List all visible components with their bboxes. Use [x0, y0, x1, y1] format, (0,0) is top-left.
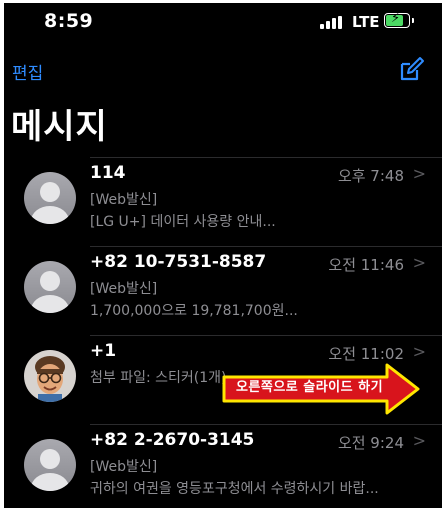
- network-type: LTE: [352, 13, 380, 31]
- edit-button[interactable]: 편집: [12, 59, 43, 84]
- message-preview-line1: [Web발신]: [90, 281, 158, 297]
- message-preview-line2: [LG U+] 데이터 사용량 안내...: [90, 214, 276, 230]
- chevron-right-icon: >: [412, 342, 426, 361]
- memoji-avatar-icon: [24, 350, 76, 402]
- message-preview-line1: [Web발신]: [90, 459, 158, 475]
- chevron-right-icon: >: [412, 164, 426, 183]
- chevron-right-icon: >: [412, 431, 426, 450]
- conversation-sender: +82 2-2670-3145: [90, 430, 255, 450]
- message-preview-line1: [Web발신]: [90, 192, 158, 208]
- compose-icon[interactable]: [398, 55, 426, 83]
- slide-annotation-text: 오른쪽으로 슬라이드 하기: [235, 380, 384, 395]
- message-preview-line2: 1,700,000으로 19,781,700원...: [90, 303, 298, 319]
- conversation-sender: 114: [90, 163, 126, 183]
- messages-screen: 8:59 LTE ⚡ 편집 메시지 114 오후 7:48 > [Web발신] …: [4, 3, 442, 508]
- avatar-icon: [24, 172, 76, 224]
- status-time: 8:59: [44, 10, 94, 32]
- avatar-icon: [24, 261, 76, 313]
- battery-icon: ⚡: [384, 11, 414, 28]
- avatar-icon: [24, 439, 76, 491]
- page-title: 메시지: [11, 107, 108, 147]
- charging-bolt-icon: ⚡: [391, 11, 401, 26]
- status-bar: 8:59 LTE ⚡: [4, 3, 442, 41]
- chevron-right-icon: >: [412, 253, 426, 272]
- conversation-row[interactable]: +82 2-2670-3145 오전 9:24 > [Web발신] 귀하의 여권…: [4, 424, 442, 508]
- conversation-row[interactable]: +82 10-7531-8587 오전 11:46 > [Web발신] 1,70…: [4, 246, 442, 334]
- conversation-time: 오후 7:48: [337, 167, 404, 185]
- conversation-sender: +1: [90, 341, 117, 361]
- conversation-time: 오전 11:46: [328, 256, 404, 274]
- conversation-sender: +82 10-7531-8587: [90, 252, 267, 272]
- message-preview-line2: 귀하의 여권을 영등포구청에서 수령하시기 바랍...: [90, 481, 379, 497]
- conversation-time: 오전 11:02: [328, 345, 404, 363]
- conversation-time: 오전 9:24: [337, 434, 404, 452]
- conversation-row[interactable]: 114 오후 7:48 > [Web발신] [LG U+] 데이터 사용량 안내…: [4, 157, 442, 245]
